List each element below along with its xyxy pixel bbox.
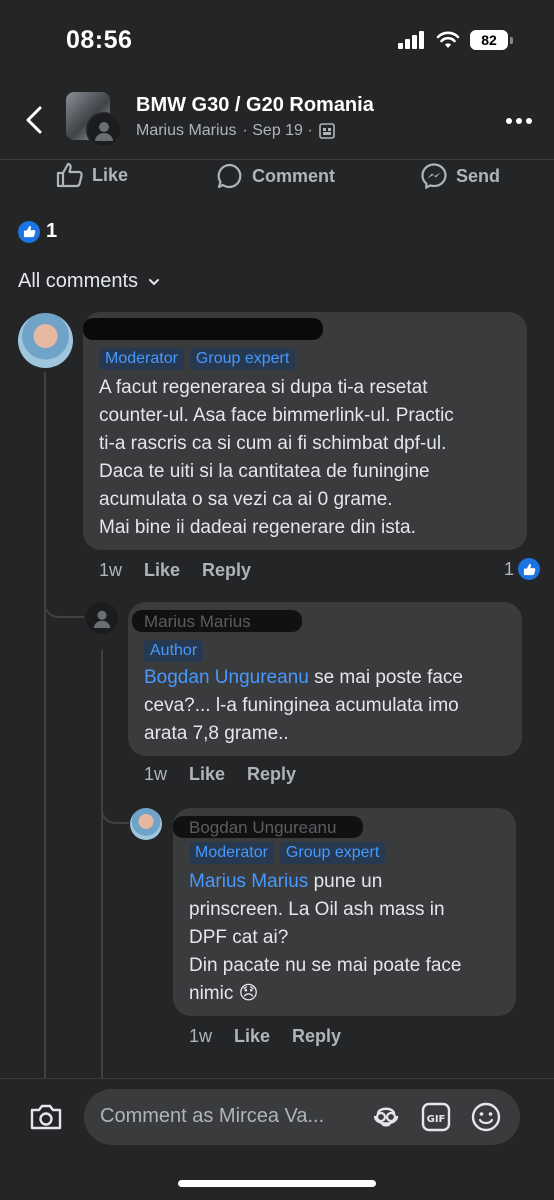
commenter-name: Marius Marius [144, 612, 251, 631]
badge-moderator: Moderator [189, 842, 274, 864]
nested-reply-text: Marius Marius pune un prinscreen. La Oil… [189, 871, 462, 1004]
reply-meta: 1w Like Reply [144, 764, 296, 785]
reactions-summary[interactable]: 1 [18, 220, 57, 243]
badge-author: Author [144, 640, 204, 662]
camera-icon [30, 1104, 62, 1130]
chevron-down-icon [149, 278, 160, 285]
nested-reply-time: 1w [189, 1026, 213, 1046]
reply-like-button[interactable]: Like [189, 764, 225, 785]
reply-text: Bogdan Ungureanu se mai poste face ceva?… [144, 667, 464, 744]
commenter-name: Bogdan Ungureanu [189, 818, 337, 837]
thread-connector-1 [44, 580, 84, 618]
comment-meta: 1w Like Reply [99, 560, 251, 581]
nested-reply-bubble: Bogdan Ungureanu Moderator Group expert … [173, 808, 516, 1016]
avatar-sticker-icon [373, 1107, 399, 1127]
more-options-button[interactable] [504, 106, 534, 136]
like-button[interactable]: Like [56, 162, 128, 188]
send-button[interactable]: Send [420, 162, 500, 190]
post-header: BMW G30 / G20 Romania Marius Marius · Se… [0, 82, 554, 160]
camera-button[interactable] [28, 1099, 64, 1135]
back-button[interactable] [18, 100, 50, 140]
status-time: 08:56 [66, 26, 133, 54]
badges: Moderator Group expert [189, 842, 386, 864]
chevron-left-icon [26, 106, 42, 134]
nested-reply-reply-button[interactable]: Reply [292, 1026, 341, 1047]
badges: Moderator Group expert [99, 348, 296, 370]
status-bar: 08:56 82 [0, 0, 554, 80]
post-meta: Marius Marius · Sep 19 · [136, 122, 335, 140]
comment-time: 1w [99, 560, 123, 580]
gif-button[interactable]: GIF [420, 1101, 452, 1133]
group-privacy-icon [318, 123, 335, 139]
thread-line-reply [101, 650, 103, 1078]
group-avatar[interactable] [66, 92, 122, 148]
badge-group-expert: Group expert [279, 842, 386, 864]
wifi-icon [436, 31, 460, 48]
person-icon [95, 122, 113, 141]
thread-connector-2 [101, 790, 129, 824]
author-avatar [86, 112, 122, 148]
comment-input-placeholder: Comment as Mircea Va... [100, 1105, 325, 1127]
mention-link[interactable]: Bogdan Ungureanu [144, 667, 309, 688]
badges: Author [144, 640, 204, 662]
like-label: Like [92, 164, 129, 185]
replier-avatar[interactable] [86, 602, 118, 634]
gif-icon: GIF [421, 1102, 451, 1132]
group-title[interactable]: BMW G30 / G20 Romania [136, 94, 374, 117]
post-actions: Like Comment Send [0, 160, 554, 200]
post-date: · Sep 19 · [242, 122, 313, 139]
nested-reply-like-button[interactable]: Like [234, 1026, 270, 1047]
comment-button[interactable]: Comment [216, 162, 335, 190]
comment-bubble: Moderator Group expert A facut regenerar… [83, 312, 527, 550]
comment-label: Comment [252, 165, 336, 186]
comment-like-count[interactable]: 1 [504, 558, 541, 580]
like-reaction-icon [18, 220, 40, 243]
comment-bubble-icon [217, 163, 242, 189]
smiley-icon [471, 1102, 501, 1132]
reply-time: 1w [144, 764, 168, 784]
battery-icon: 82 [470, 30, 513, 50]
like-reaction-icon [518, 558, 541, 580]
comment-text: A facut regenerarea si dupa ti-a resetat… [99, 377, 454, 538]
reply-reply-button[interactable]: Reply [247, 764, 296, 785]
cellular-signal-icon [398, 31, 424, 49]
comment-input[interactable]: Comment as Mircea Va... GIF [84, 1089, 520, 1145]
thumbs-up-icon [56, 162, 83, 188]
badge-group-expert: Group expert [189, 348, 296, 370]
filter-label: All comments [18, 270, 139, 292]
comment-filter-dropdown[interactable]: All comments [18, 270, 160, 293]
emoji-button[interactable] [470, 1101, 502, 1133]
commenter-name-redacted [83, 318, 323, 340]
messenger-icon [421, 163, 447, 190]
send-label: Send [456, 165, 501, 186]
person-icon [93, 610, 111, 628]
status-icons: 82 [398, 30, 513, 50]
reaction-count: 1 [46, 220, 58, 242]
thread-line-main [44, 372, 46, 1078]
avatar-sticker-button[interactable] [370, 1101, 402, 1133]
nested-reply-meta: 1w Like Reply [189, 1026, 341, 1047]
commenter-avatar[interactable] [18, 313, 73, 368]
comment-reply-button[interactable]: Reply [202, 560, 251, 581]
post-author[interactable]: Marius Marius [136, 122, 236, 140]
nested-replier-avatar[interactable] [130, 808, 162, 840]
reply-bubble: Marius Marius Author Bogdan Ungureanu se… [128, 602, 522, 756]
comment-like-button[interactable]: Like [144, 560, 180, 581]
svg-text:GIF: GIF [427, 1114, 446, 1125]
home-indicator[interactable] [178, 1180, 376, 1187]
badge-moderator: Moderator [99, 348, 184, 370]
mention-link[interactable]: Marius Marius [189, 871, 308, 892]
more-dots-icon [506, 118, 532, 124]
